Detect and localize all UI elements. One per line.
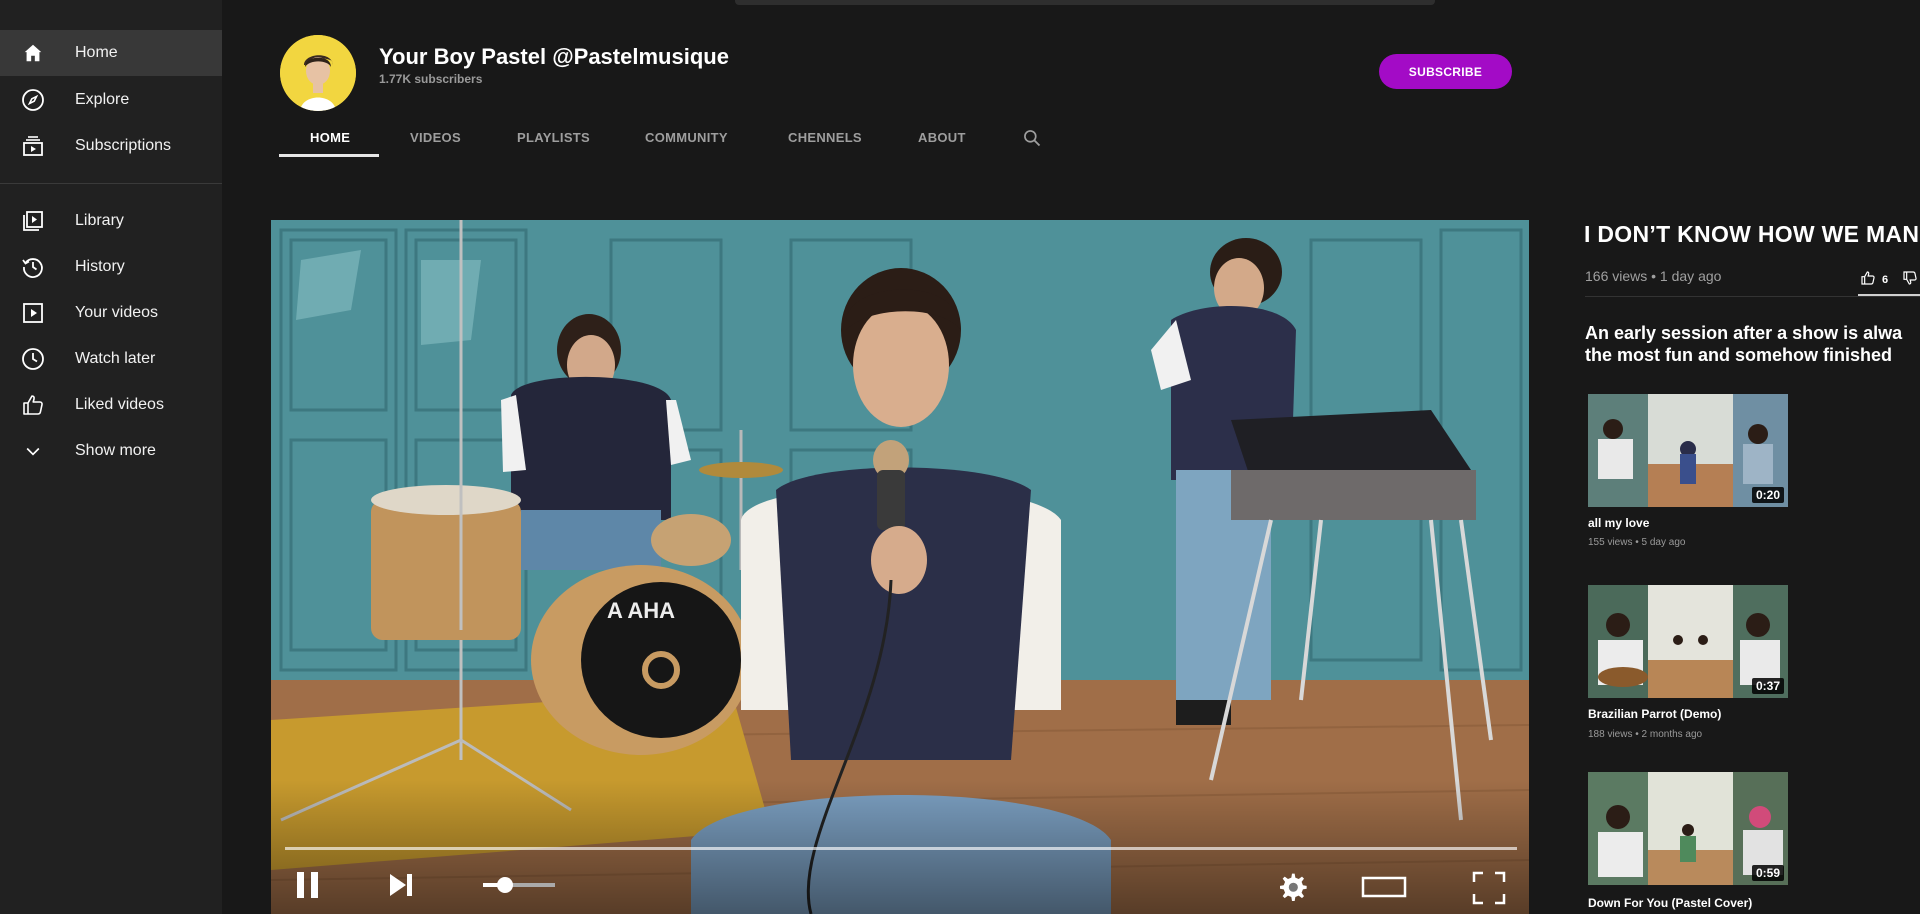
- progress-bar[interactable]: [285, 847, 1517, 850]
- subscriber-count: 1.77K subscribers: [379, 72, 483, 86]
- thumbs-up-icon: [20, 392, 46, 418]
- sidebar-item-history[interactable]: History: [0, 244, 222, 290]
- sidebar-item-home[interactable]: Home: [0, 30, 222, 76]
- library-icon: [20, 208, 46, 234]
- meta-divider: [1585, 296, 1920, 297]
- sidebar: Home Explore Subscriptions Library Histo…: [0, 0, 222, 914]
- channel-avatar[interactable]: [280, 35, 356, 111]
- description-line: An early session after a show is alwa: [1585, 323, 1903, 343]
- tab-active-indicator: [279, 154, 379, 157]
- featured-video-meta: 166 views • 1 day ago: [1585, 268, 1722, 284]
- channel-name: Your Boy Pastel @Pastelmusique: [379, 44, 729, 69]
- sidebar-item-label: Watch later: [75, 350, 156, 367]
- sidebar-item-liked-videos[interactable]: Liked videos: [0, 382, 222, 428]
- thumbs-up-icon: [1860, 270, 1876, 289]
- channel-search-icon[interactable]: [1022, 128, 1042, 148]
- sidebar-item-label: Home: [75, 44, 118, 61]
- tab-channels[interactable]: CHENNELS: [788, 130, 862, 145]
- video-title[interactable]: Brazilian Parrot (Demo): [1588, 707, 1721, 721]
- like-count: 6: [1882, 273, 1889, 286]
- sidebar-item-subscriptions[interactable]: Subscriptions: [0, 123, 222, 169]
- tab-community[interactable]: COMMUNITY: [645, 130, 728, 145]
- sidebar-item-label: Your videos: [75, 304, 159, 321]
- sidebar-divider: [0, 183, 222, 184]
- top-strip: [735, 0, 1435, 5]
- tab-home[interactable]: HOME: [310, 130, 350, 145]
- fullscreen-icon[interactable]: [1471, 870, 1507, 906]
- video-title[interactable]: all my love: [1588, 516, 1649, 530]
- video-thumbnail[interactable]: 0:37: [1588, 585, 1788, 698]
- sidebar-item-label: Explore: [75, 91, 130, 108]
- featured-video-title[interactable]: I DON’T KNOW HOW WE MAN: [1584, 221, 1919, 248]
- like-ratio-bar: [1858, 294, 1920, 296]
- sidebar-item-your-videos[interactable]: Your videos: [0, 290, 222, 336]
- video-duration: 0:20: [1751, 487, 1784, 503]
- video-frame: A AHA: [271, 220, 1529, 914]
- sidebar-item-label: Show more: [75, 442, 156, 459]
- video-duration: 0:37: [1751, 678, 1784, 694]
- subscriptions-icon: [20, 133, 46, 159]
- sidebar-item-show-more[interactable]: Show more: [0, 428, 222, 474]
- compass-icon: [20, 87, 46, 113]
- sidebar-item-label: Library: [75, 212, 124, 229]
- tab-playlists[interactable]: PLAYLISTS: [517, 130, 590, 145]
- description-line: the most fun and somehow finished: [1585, 345, 1893, 365]
- sidebar-item-watch-later[interactable]: Watch later: [0, 336, 222, 382]
- video-title[interactable]: Down For You (Pastel Cover): [1588, 896, 1752, 910]
- tab-about[interactable]: ABOUT: [918, 130, 966, 145]
- sidebar-item-label: History: [75, 258, 125, 275]
- clock-icon: [20, 346, 46, 372]
- featured-video-description: An early session after a show is alwa th…: [1585, 322, 1920, 366]
- thumbs-down-icon[interactable]: [1902, 270, 1918, 289]
- video-duration: 0:59: [1751, 865, 1784, 881]
- video-meta: 155 views • 5 day ago: [1588, 537, 1686, 548]
- volume-slider[interactable]: [481, 870, 561, 900]
- next-icon[interactable]: [386, 870, 416, 900]
- video-thumbnail[interactable]: 0:20: [1588, 394, 1788, 507]
- theater-mode-icon[interactable]: [1361, 870, 1407, 904]
- home-icon: [20, 40, 46, 66]
- drum-logo: A AHA: [607, 598, 675, 623]
- sidebar-item-library[interactable]: Library: [0, 198, 222, 244]
- your-videos-icon: [20, 300, 46, 326]
- sidebar-item-explore[interactable]: Explore: [0, 77, 222, 123]
- pause-icon[interactable]: [293, 870, 323, 900]
- settings-icon[interactable]: [1275, 870, 1309, 904]
- sidebar-item-label: Subscriptions: [75, 137, 172, 154]
- chevron-down-icon: [20, 438, 46, 464]
- subscribe-button[interactable]: SUBSCRIBE: [1379, 54, 1512, 89]
- video-thumbnail[interactable]: 0:59: [1588, 772, 1788, 885]
- like-button[interactable]: 6: [1860, 270, 1918, 289]
- sidebar-item-label: Liked videos: [75, 396, 164, 413]
- video-meta: 188 views • 2 months ago: [1588, 729, 1703, 740]
- tab-videos[interactable]: VIDEOS: [410, 130, 461, 145]
- history-icon: [20, 254, 46, 280]
- featured-video-player[interactable]: A AHA: [271, 220, 1529, 914]
